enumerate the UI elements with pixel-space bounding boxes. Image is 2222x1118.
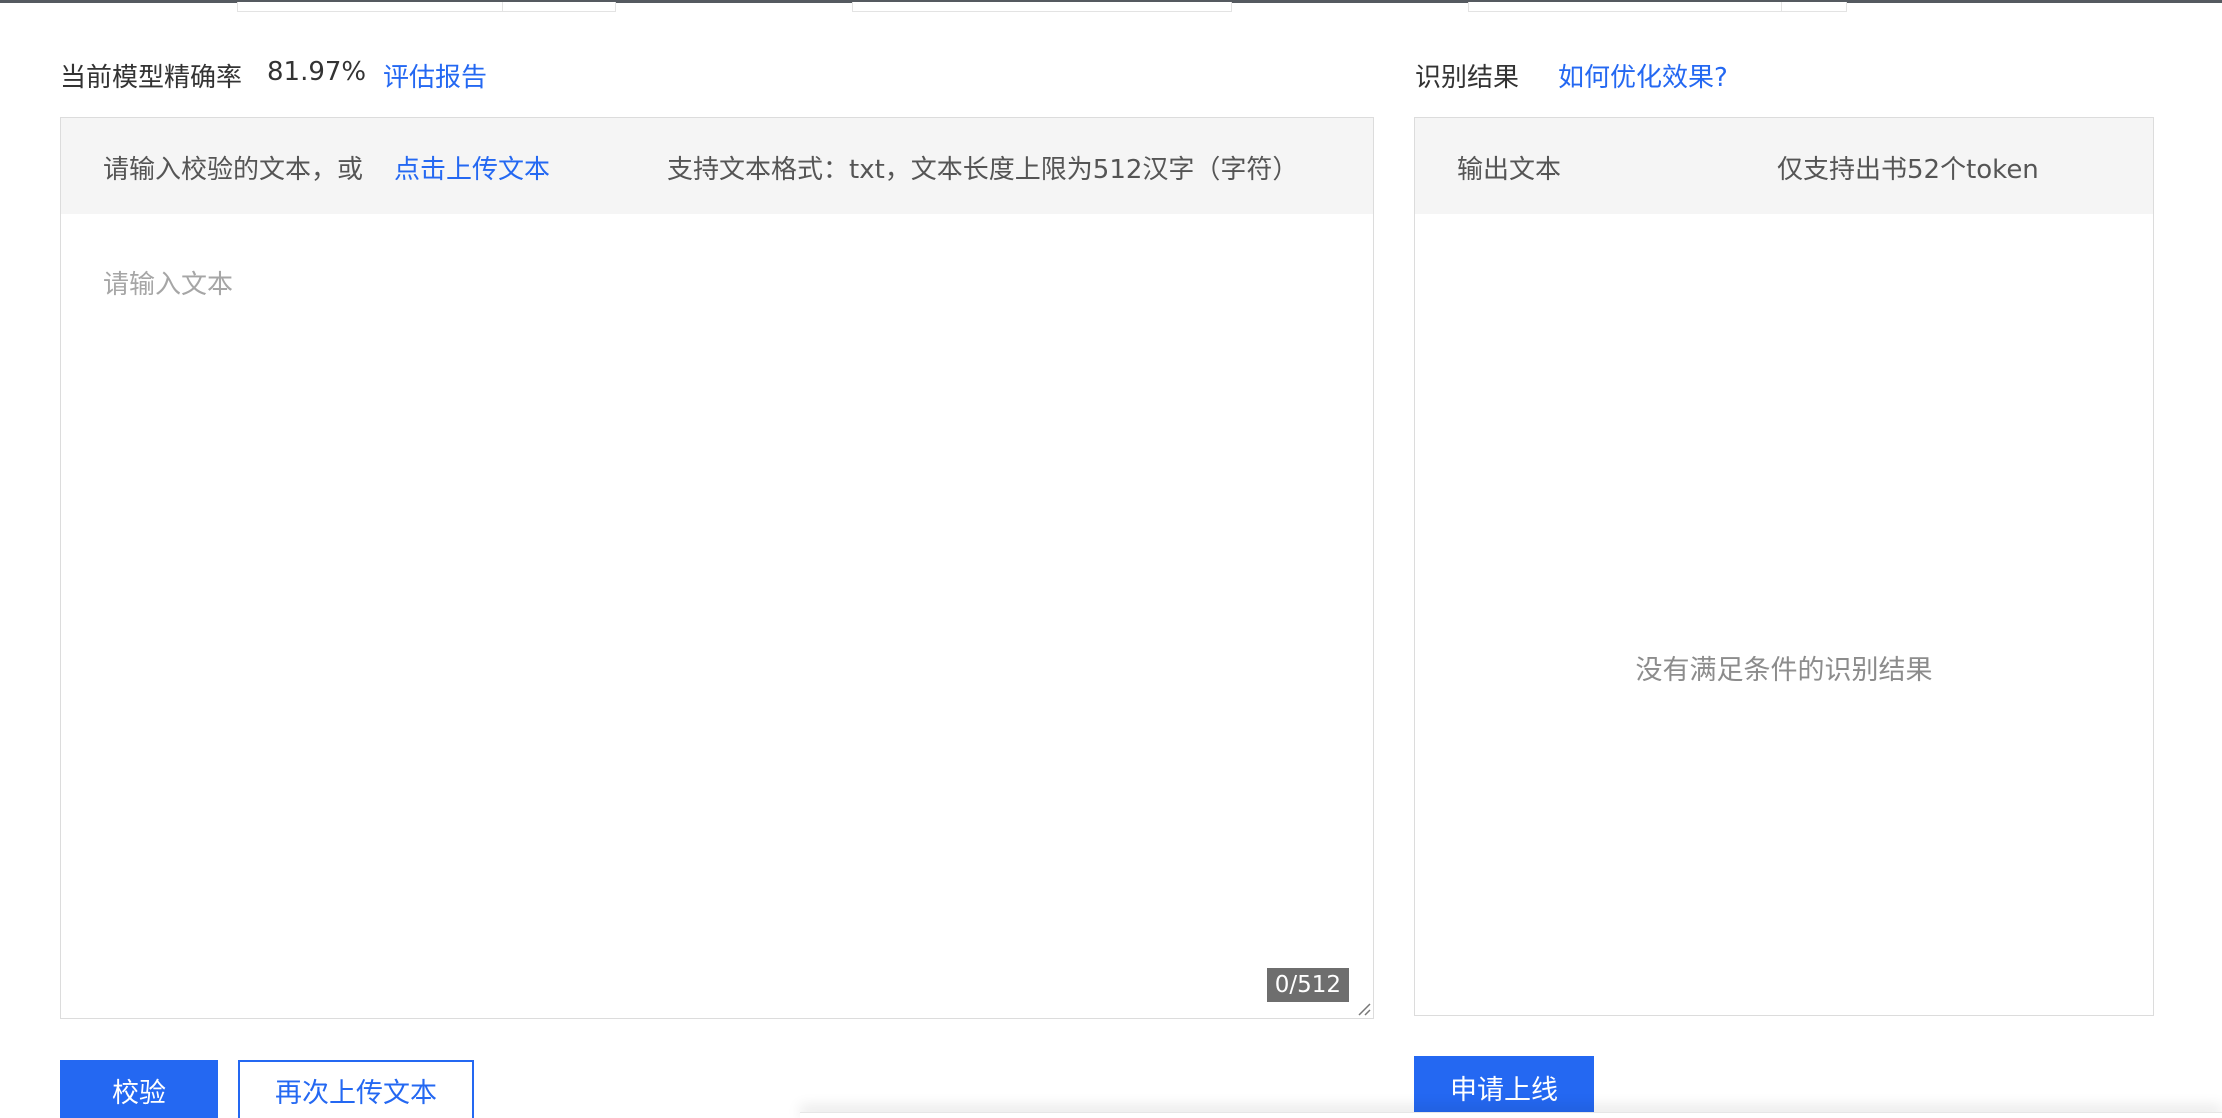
resize-handle-icon[interactable]	[1355, 1000, 1371, 1016]
top-select-2[interactable]	[852, 2, 1232, 12]
apply-online-button[interactable]: 申请上线	[1414, 1056, 1594, 1118]
select-divider	[502, 2, 503, 11]
top-select-1[interactable]	[237, 2, 616, 12]
result-panel-header: 输出文本 仅支持出书52个token	[1415, 118, 2153, 214]
reupload-button[interactable]: 再次上传文本	[238, 1060, 474, 1118]
page: 当前模型精确率 81.97% 评估报告 识别结果 如何优化效果? 请输入校验的文…	[0, 0, 2222, 1118]
char-counter: 0/512	[1266, 968, 1349, 1002]
select-divider	[1781, 2, 1782, 11]
overlay-panel-edge	[800, 1112, 2222, 1118]
verify-button[interactable]: 校验	[60, 1060, 218, 1118]
result-title: 识别结果	[1415, 63, 1520, 93]
input-panel-header: 请输入校验的文本，或 点击上传文本 支持文本格式：txt，文本长度上限为512汉…	[61, 118, 1373, 214]
format-hint: 支持文本格式：txt，文本长度上限为512汉字（字符）	[667, 155, 1299, 185]
result-panel: 输出文本 仅支持出书52个token 没有满足条件的识别结果	[1414, 117, 2154, 1016]
text-input[interactable]	[61, 214, 1373, 1018]
empty-result-message: 没有满足条件的识别结果	[1635, 655, 1933, 686]
accuracy-value: 81.97%	[267, 57, 367, 87]
token-hint: 仅支持出书52个token	[1777, 155, 2039, 185]
accuracy-label: 当前模型精确率	[60, 63, 243, 93]
evaluation-report-link[interactable]: 评估报告	[383, 57, 487, 94]
output-text-label: 输出文本	[1457, 155, 1562, 185]
upload-text-link[interactable]: 点击上传文本	[394, 149, 550, 186]
input-prompt: 请输入校验的文本，或	[103, 155, 364, 185]
optimize-help-link[interactable]: 如何优化效果?	[1558, 57, 1728, 94]
input-panel: 请输入校验的文本，或 点击上传文本 支持文本格式：txt，文本长度上限为512汉…	[60, 117, 1374, 1019]
top-select-3[interactable]	[1468, 2, 1847, 12]
